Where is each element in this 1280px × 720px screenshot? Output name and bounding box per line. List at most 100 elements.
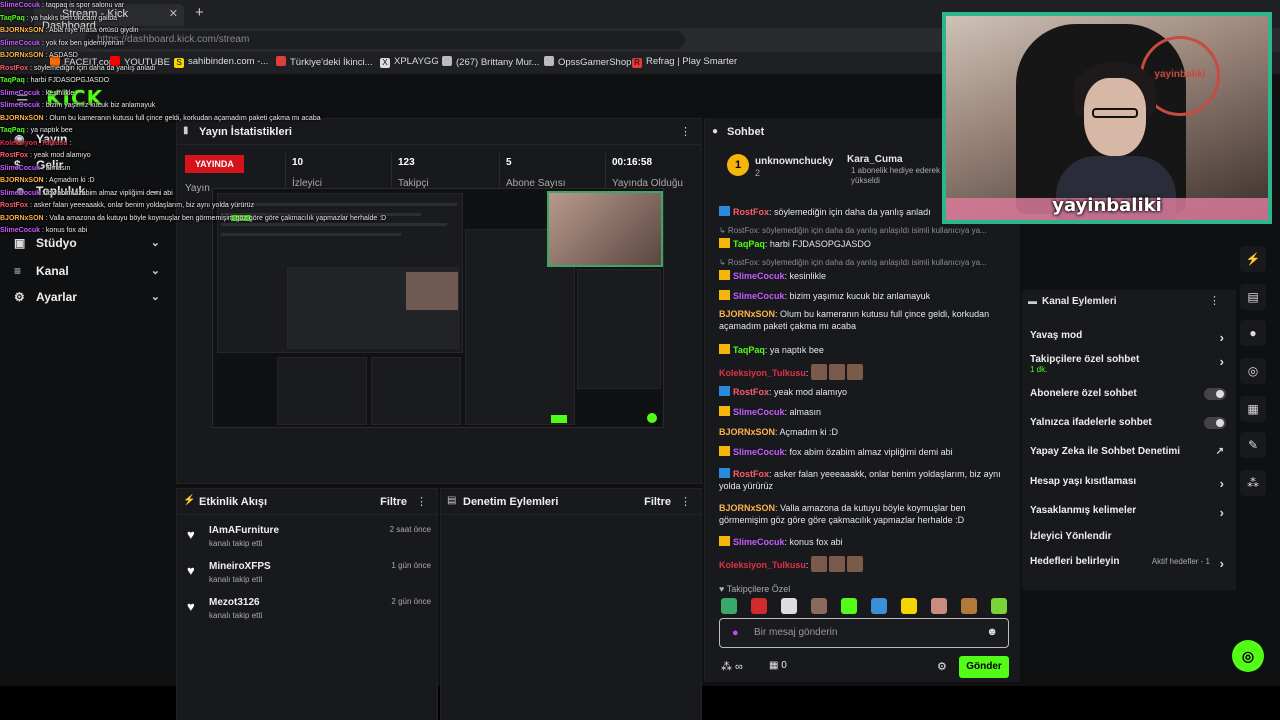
chat-username[interactable]: SlimeCocuk <box>733 291 785 301</box>
overlay-username: BJORNxSON <box>0 27 44 34</box>
chevron-down-icon: ⌄ <box>150 291 160 303</box>
chat-message[interactable]: BJORNxSON: Açmadım ki :D <box>719 426 1009 438</box>
chat-message[interactable]: BJORNxSON: Valla amazona da kutuyu böyle… <box>719 502 1009 526</box>
actions-icon[interactable]: ▦ <box>1240 396 1266 422</box>
chat-message[interactable]: SlimeCocuk: fox abim özabim almaz vipliğ… <box>719 446 1009 458</box>
gift-icon: ▦ <box>769 660 779 671</box>
overlay-username: TaqPaq <box>0 77 25 84</box>
list-item[interactable]: ♥ MineiroXFPS kanalı takip etti 1 gün önce <box>187 559 431 593</box>
chat-username[interactable]: SlimeCocuk <box>733 447 785 457</box>
chat-username[interactable]: SlimeCocuk <box>733 271 785 281</box>
chat-message[interactable]: BJORNxSON: Olum bu kameranın kutusu full… <box>719 308 1009 332</box>
overlay-chat-line: SlimeCocuk : taqpaq is spor salonu var <box>0 0 380 13</box>
chevron-right-icon: › <box>1219 330 1224 345</box>
emote-icon[interactable] <box>751 598 767 614</box>
overlay-text: taqpaq is spor salonu var <box>45 2 125 9</box>
points-display[interactable]: ▦ 0 <box>769 660 787 671</box>
chat-username[interactable]: Koleksiyon_Tulkusu <box>719 560 806 570</box>
support-chat-icon[interactable]: ◎ <box>1232 640 1264 672</box>
chat-message[interactable]: TaqPaq: ya naptık bee <box>719 344 1009 356</box>
chat-message[interactable]: SlimeCocuk: kesinlikle <box>719 270 1009 282</box>
bookmark-item[interactable]: X XPLAYGG <box>380 56 439 68</box>
infinity-icon[interactable]: ⁂ ∞ <box>721 660 743 673</box>
emote-icon <box>810 556 827 572</box>
overlay-chat-line: SlimeCocuk : konus fox abi <box>0 225 380 238</box>
chat-username[interactable]: RostFox <box>733 387 769 397</box>
more-icon[interactable]: ⋮ <box>416 495 427 508</box>
overlay-text: almasın <box>45 164 71 172</box>
chat-username[interactable]: Koleksiyon_Tulkusu <box>719 368 806 378</box>
chat-icon[interactable]: ● <box>1240 320 1266 346</box>
overlay-text: bizim yaşımız kucuk biz anlamayuk <box>45 102 156 109</box>
sidebar-item-kanal[interactable]: ≡ Kanal ⌄ <box>14 264 164 284</box>
filter-button[interactable]: Filtre <box>644 496 671 508</box>
emote-icon[interactable] <box>721 598 737 614</box>
gear-icon[interactable]: ⚙ <box>937 660 947 673</box>
chat-message[interactable]: SlimeCocuk: konus fox abi <box>719 536 1009 548</box>
chat-message[interactable]: Koleksiyon_Tulkusu: <box>719 364 1009 380</box>
more-icon[interactable]: ⋮ <box>680 495 691 508</box>
chat-message[interactable]: SlimeCocuk: almasın <box>719 406 1009 418</box>
list-item[interactable]: ♥ Mezot3126 kanalı takip etti 2 gün önce <box>187 595 431 629</box>
action-subscribers-only[interactable]: Abonelere özel sohbet <box>1030 388 1230 400</box>
bolt-icon[interactable]: ⚡ <box>1240 246 1266 272</box>
sidebar-item-studyo[interactable]: ▣ Stüdyo ⌄ <box>14 236 164 256</box>
toggle-switch[interactable] <box>1204 417 1226 429</box>
document-icon[interactable]: ▤ <box>1240 284 1266 310</box>
action-followers-only[interactable]: Takipçilere özel sohbet 1 dk. › <box>1030 354 1230 374</box>
bookmark-item[interactable]: R Refrag | Play Smarter <box>632 56 737 68</box>
chat-username[interactable]: BJORNxSON <box>719 309 775 319</box>
chat-username[interactable]: RostFox <box>733 207 769 217</box>
overlay-text: Olum bu kameranın kutusu full çince geld… <box>49 114 321 122</box>
chat-message[interactable]: Koleksiyon_Tulkusu: <box>719 556 1009 572</box>
toggle-switch[interactable] <box>1204 388 1226 400</box>
broadcast-icon[interactable]: ◎ <box>1240 358 1266 384</box>
emote-icon[interactable] <box>961 598 977 614</box>
emoji-icon[interactable]: ☻ <box>986 626 998 638</box>
overlay-chat-line: SlimeCocuk : bizim yaşımız kucuk biz anl… <box>0 100 380 113</box>
share-icon[interactable]: ⁂ <box>1240 470 1266 496</box>
chat-message[interactable]: ↳ RostFox: söylemediğin için daha da yan… <box>719 224 1009 237</box>
emote-icon[interactable] <box>871 598 887 614</box>
action-slow-mode[interactable]: Yavaş mod › <box>1030 330 1230 345</box>
emote-icon[interactable] <box>931 598 947 614</box>
action-ai-moderation[interactable]: Yapay Zeka ile Sohbet Denetimi ↗ <box>1030 446 1230 457</box>
send-button[interactable]: Gönder <box>959 656 1009 678</box>
chat-message[interactable]: RostFox: asker falan yeeeaaakk, onlar be… <box>719 468 1009 492</box>
chat-username[interactable]: SlimeCocuk <box>733 537 785 547</box>
emote-icon <box>828 556 845 572</box>
chat-input[interactable]: ● Bir mesaj gönderin ☻ <box>719 618 1009 648</box>
emote-icon[interactable] <box>991 598 1007 614</box>
more-icon[interactable]: ⋮ <box>1209 294 1220 307</box>
chat-message[interactable]: RostFox: yeak mod alamıyo <box>719 386 1009 398</box>
chat-message[interactable]: SlimeCocuk: bizim yaşımız kucuk biz anla… <box>719 290 1009 302</box>
action-account-age[interactable]: Hesap yaşı kısıtlaması › <box>1030 476 1230 491</box>
bookmark-item[interactable]: (267) Brittany Mur... <box>442 56 539 68</box>
overlay-chat-line: BJORNxSON : Abla niye masa örtüsü giydin <box>0 25 380 38</box>
more-icon[interactable]: ⋮ <box>680 125 691 138</box>
chat-message[interactable]: TaqPaq: harbi FJDASOPGJASDO <box>719 238 1009 250</box>
chat-username[interactable]: BJORNxSON <box>719 503 775 513</box>
action-goals[interactable]: Hedefleri belirleyin Aktif hedefler - 1 › <box>1030 556 1230 571</box>
emote-icon[interactable] <box>811 598 827 614</box>
chat-username[interactable]: RostFox <box>733 469 769 479</box>
chat-username[interactable]: TaqPaq <box>733 345 765 355</box>
preview-webcam <box>547 191 663 267</box>
sidebar-item-ayarlar[interactable]: ⚙ Ayarlar ⌄ <box>14 290 164 310</box>
microphone-icon[interactable]: ● <box>732 627 739 639</box>
crown-badge-icon <box>719 406 730 416</box>
emote-icon[interactable] <box>841 598 857 614</box>
emote-icon[interactable] <box>781 598 797 614</box>
action-redirect-viewers[interactable]: İzleyici Yönlendir <box>1030 531 1230 542</box>
filter-button[interactable]: Filtre <box>380 496 407 508</box>
chat-username[interactable]: BJORNxSON <box>719 427 775 437</box>
chat-message[interactable]: ↳ RostFox: söylemediğin için daha da yan… <box>719 256 1009 269</box>
list-item[interactable]: ♥ IAmAFurniture kanalı takip etti 2 saat ön… <box>187 523 431 557</box>
wrench-icon[interactable]: ✎ <box>1240 432 1266 458</box>
action-banned-words[interactable]: Yasaklanmış kelimeler › <box>1030 505 1230 520</box>
emote-icon[interactable] <box>901 598 917 614</box>
chat-username[interactable]: TaqPaq <box>733 239 765 249</box>
bookmark-item[interactable]: OpssGamerShop <box>544 56 631 68</box>
action-emote-only[interactable]: Yalnızca ifadelerle sohbet <box>1030 417 1230 429</box>
chat-username[interactable]: SlimeCocuk <box>733 407 785 417</box>
